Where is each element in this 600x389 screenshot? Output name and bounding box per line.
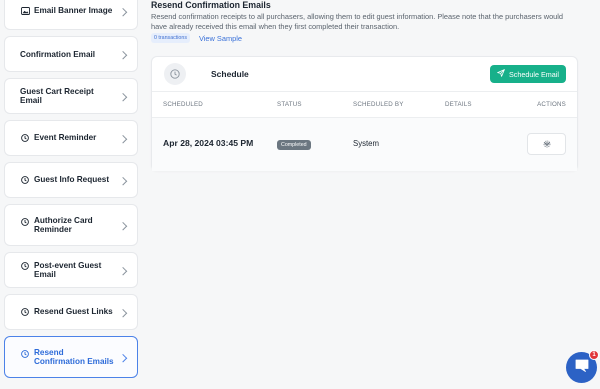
schedule-email-label: Schedule Email (509, 69, 559, 79)
sidebar-item-label: Resend Guest Links (34, 307, 113, 316)
clock-icon (20, 261, 30, 271)
schedule-title: Schedule (211, 69, 249, 79)
status-badge: Completed (277, 140, 311, 150)
sidebar-item-event-reminder[interactable]: Event Reminder (4, 120, 138, 156)
clock-icon (20, 217, 30, 227)
row-actions-dropdown[interactable] (527, 133, 566, 155)
clock-icon (164, 63, 186, 85)
scheduled-date: Apr 28, 2024 03:45 PM (163, 138, 254, 148)
column-details: DETAILS (445, 101, 472, 108)
sidebar-item-resend-confirmation-emails[interactable]: Resend Confirmation Emails (4, 336, 138, 378)
page-title: Resend Confirmation Emails (151, 0, 271, 10)
meta-row: 0 transactions View Sample (151, 33, 242, 43)
sidebar-item-label: Confirmation Email (20, 49, 96, 59)
sidebar-item-label: Post-event Guest Email (34, 261, 102, 279)
notification-badge: 1 (589, 350, 599, 360)
sidebar-item-label: Email Banner Image (34, 6, 113, 15)
transactions-badge: 0 transactions (151, 33, 190, 43)
chevron-right-icon (118, 134, 128, 144)
sidebar-item-label: Guest Cart Receipt Email (20, 87, 94, 105)
schedule-card: Schedule Schedule Email SCHEDULED STATUS… (151, 56, 578, 171)
chevron-right-icon (118, 7, 128, 17)
chat-widget-button[interactable]: 1 (566, 350, 599, 383)
schedule-table-header: SCHEDULED STATUS SCHEDULED BY DETAILS AC… (152, 92, 577, 118)
chat-icon (574, 358, 590, 378)
chevron-right-icon (118, 50, 128, 60)
sidebar-item-label: Guest Info Request (34, 175, 110, 184)
clock-icon (20, 349, 30, 359)
table-row: Apr 28, 2024 03:45 PM Completed System (152, 118, 577, 171)
column-status: STATUS (277, 101, 302, 108)
schedule-card-header: Schedule Schedule Email (152, 57, 577, 92)
chevron-right-icon (118, 308, 128, 318)
settings-sidebar: Email Banner Image Confirmation Email Gu… (4, 0, 139, 384)
sidebar-item-authorize-card-reminder[interactable]: Authorize Card Reminder (4, 204, 138, 246)
sidebar-item-post-event-guest-email[interactable]: Post-event Guest Email (4, 252, 138, 288)
sidebar-item-confirmation-email[interactable]: Confirmation Email (4, 36, 138, 72)
clock-icon (20, 133, 30, 143)
column-scheduled: SCHEDULED (163, 101, 203, 108)
sidebar-item-label: Resend Confirmation Emails (34, 348, 114, 366)
chevron-right-icon (118, 221, 128, 231)
chevron-right-icon (118, 266, 128, 276)
image-icon (20, 6, 30, 16)
sidebar-item-guest-cart-receipt-email[interactable]: Guest Cart Receipt Email (4, 78, 138, 114)
column-scheduled-by: SCHEDULED BY (353, 101, 404, 108)
clock-icon (20, 307, 30, 317)
clock-icon (20, 175, 30, 185)
sidebar-item-label: Authorize Card Reminder (34, 216, 93, 234)
view-sample-link[interactable]: View Sample (199, 34, 242, 43)
chevron-right-icon (118, 353, 128, 363)
sidebar-item-email-banner-image[interactable]: Email Banner Image (4, 0, 138, 30)
sidebar-item-resend-guest-links[interactable]: Resend Guest Links (4, 294, 138, 330)
page-description: Resend confirmation receipts to all purc… (151, 12, 564, 31)
column-actions: ACTIONS (537, 101, 566, 108)
sidebar-item-label: Event Reminder (34, 133, 97, 142)
chevron-right-icon (118, 176, 128, 186)
sidebar-item-guest-info-request[interactable]: Guest Info Request (4, 162, 138, 198)
schedule-email-button[interactable]: Schedule Email (490, 65, 566, 83)
scheduled-by: System (353, 139, 379, 148)
send-icon (497, 69, 505, 79)
chevron-right-icon (118, 92, 128, 102)
